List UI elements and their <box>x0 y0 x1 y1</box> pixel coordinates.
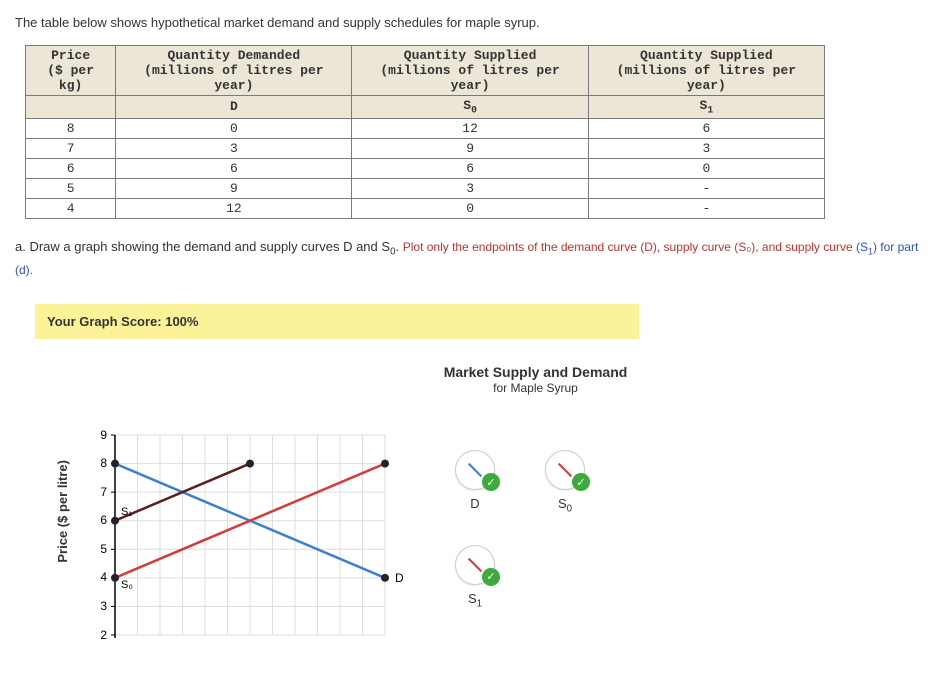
table-row: 4120- <box>26 198 825 218</box>
cell-s1: - <box>588 198 824 218</box>
question-a: a. Draw a graph showing the demand and s… <box>15 237 936 280</box>
table-row: 6660 <box>26 158 825 178</box>
chart-s1-label: S₁ <box>121 506 132 518</box>
graph-score-bar: Your Graph Score: 100% <box>35 304 639 339</box>
cell-s0: 0 <box>352 198 588 218</box>
chart-subtitle: for Maple Syrup <box>135 381 936 395</box>
cell-d: 3 <box>116 138 352 158</box>
cell-price: 8 <box>26 118 116 138</box>
legend: ✓ D ✓ S0 ✓ S1 <box>455 450 585 639</box>
svg-text:7: 7 <box>100 485 107 499</box>
svg-text:8: 8 <box>100 456 107 470</box>
cell-price: 5 <box>26 178 116 198</box>
legend-label-s0: S0 <box>558 496 572 515</box>
chart-s0-label: S₀ <box>121 579 133 591</box>
th-qs1: Quantity Supplied(millions of litres per… <box>588 46 824 96</box>
y-axis-label: Price ($ per litre) <box>55 420 70 623</box>
cell-s0: 6 <box>352 158 588 178</box>
cell-d: 9 <box>116 178 352 198</box>
cell-s1: 0 <box>588 158 824 178</box>
schedule-table: Price($ per kg) Quantity Demanded(millio… <box>25 45 825 219</box>
cell-d: 6 <box>116 158 352 178</box>
svg-text:4: 4 <box>100 570 107 584</box>
legend-label-s1: S1 <box>468 591 482 610</box>
instruction-red: Plot only the endpoints of the demand cu… <box>403 240 856 254</box>
sub-d: D <box>116 96 352 119</box>
cell-s0: 12 <box>352 118 588 138</box>
legend-label-d: D <box>470 496 479 511</box>
check-icon: ✓ <box>572 473 590 491</box>
cell-price: 4 <box>26 198 116 218</box>
cell-price: 6 <box>26 158 116 178</box>
check-icon: ✓ <box>482 473 500 491</box>
cell-d: 0 <box>116 118 352 138</box>
th-qs0: Quantity Supplied(millions of litres per… <box>352 46 588 96</box>
svg-text:2: 2 <box>100 628 107 642</box>
th-qd: Quantity Demanded(millions of litres per… <box>116 46 352 96</box>
cell-s0: 9 <box>352 138 588 158</box>
table-subheader-row: D S0 S1 <box>26 96 825 119</box>
cell-s1: - <box>588 178 824 198</box>
legend-item-s0[interactable]: ✓ S0 <box>545 450 585 515</box>
cell-s0: 3 <box>352 178 588 198</box>
sub-s0: S0 <box>352 96 588 119</box>
cell-s1: 6 <box>588 118 824 138</box>
cell-price: 7 <box>26 138 116 158</box>
svg-text:3: 3 <box>100 599 107 613</box>
chart-area: Price ($ per litre) <box>55 420 936 660</box>
table-row: 7393 <box>26 138 825 158</box>
legend-item-s1[interactable]: ✓ S1 <box>455 545 495 610</box>
table-row: 80126 <box>26 118 825 138</box>
svg-text:6: 6 <box>100 513 107 527</box>
table-row: 593- <box>26 178 825 198</box>
chart-svg[interactable]: 9 8 7 6 5 4 3 2 D S₀ <box>75 420 415 660</box>
intro-text: The table below shows hypothetical marke… <box>15 15 936 30</box>
sub-s1: S1 <box>588 96 824 119</box>
check-icon: ✓ <box>482 568 500 586</box>
cell-d: 12 <box>116 198 352 218</box>
legend-item-d[interactable]: ✓ D <box>455 450 495 515</box>
th-price: Price($ per kg) <box>26 46 116 96</box>
sub-price <box>26 96 116 119</box>
svg-text:5: 5 <box>100 542 107 556</box>
cell-s1: 3 <box>588 138 824 158</box>
chart-d-label: D <box>395 571 404 585</box>
chart-title: Market Supply and Demand <box>135 364 936 381</box>
table-header-row: Price($ per kg) Quantity Demanded(millio… <box>26 46 825 96</box>
svg-text:9: 9 <box>100 428 107 442</box>
